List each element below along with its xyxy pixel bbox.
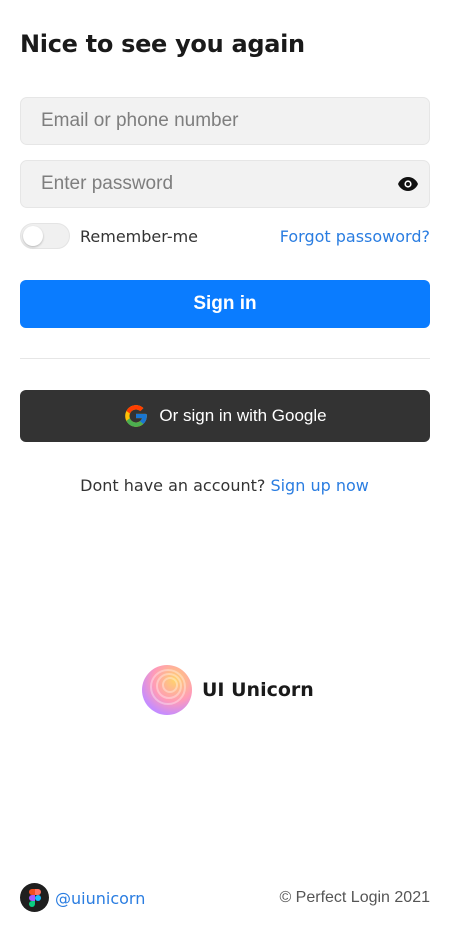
footer: @uiunicorn © Perfect Login 2021 [20,883,430,913]
remember-me-toggle[interactable] [20,223,70,249]
brand-name: UI Unicorn [202,679,314,701]
forgot-password-link[interactable]: Forgot passoword? [280,227,430,246]
figma-icon[interactable] [20,883,49,912]
copyright-text: © Perfect Login 2021 [279,889,430,906]
sign-in-button[interactable]: Sign in [20,280,430,328]
password-field[interactable] [20,160,430,208]
brand: UI Unicorn [142,665,314,715]
social-handle-link[interactable]: @uiunicorn [55,889,145,908]
ui-unicorn-logo-icon [142,665,192,715]
google-sign-in-button[interactable]: Or sign in with Google [20,390,430,442]
remember-row: Remember-me Forgot passoword? [20,223,430,249]
google-g-icon [123,403,149,429]
remember-me-label: Remember-me [80,227,199,246]
email-field[interactable] [20,97,430,145]
google-button-label: Or sign in with Google [159,406,327,425]
toggle-knob [23,226,43,246]
page-title: Nice to see you again [20,30,305,58]
sign-up-link[interactable]: Sign up now [270,476,368,495]
signup-row: Dont have an account? Sign up now [0,476,449,495]
eye-icon[interactable] [396,174,420,194]
divider [20,358,430,359]
signup-prompt: Dont have an account? [80,476,266,495]
